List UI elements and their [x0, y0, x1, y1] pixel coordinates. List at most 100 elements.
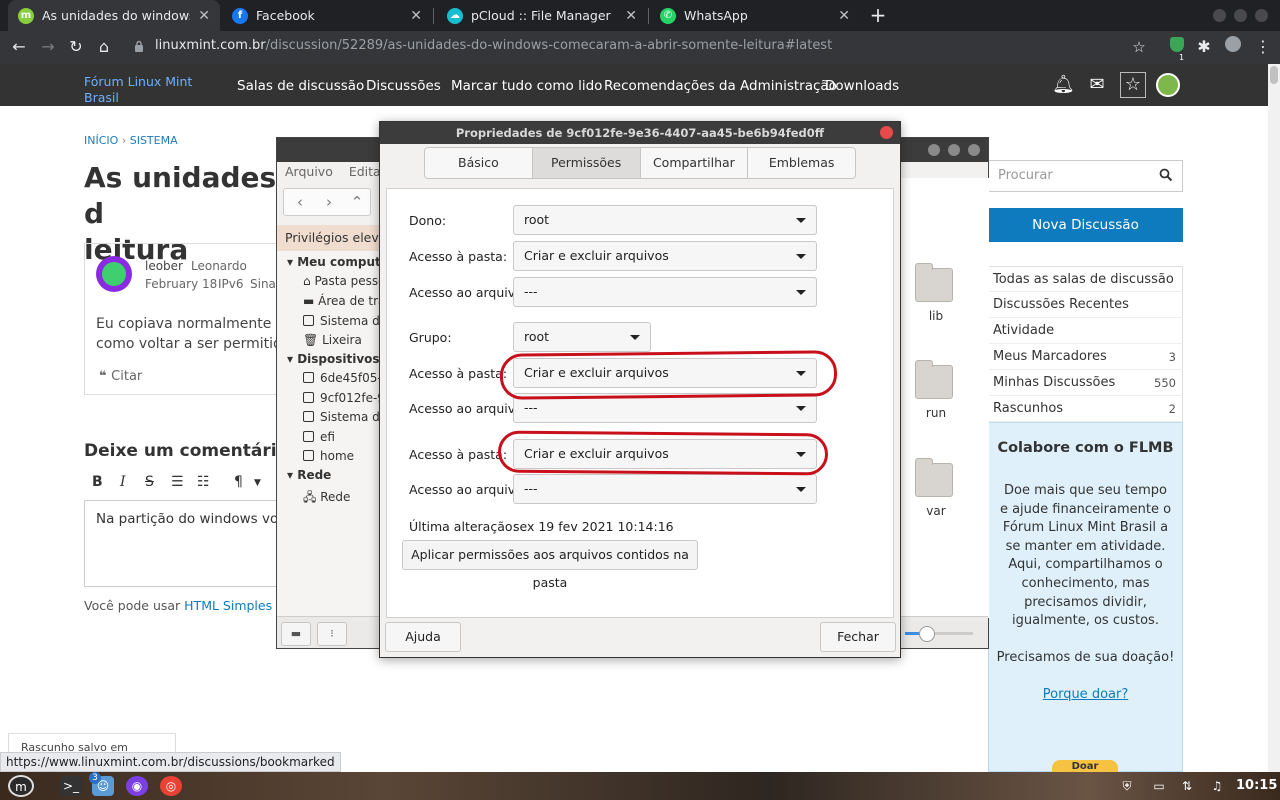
- address-bar[interactable]: linuxmint.com.br/discussion/52289/as-uni…: [155, 38, 832, 53]
- close-button[interactable]: Fechar: [820, 622, 896, 652]
- folder-icon[interactable]: [915, 458, 953, 497]
- minimize-window-icon[interactable]: [1213, 9, 1226, 22]
- sidebar-item-activity[interactable]: Atividade: [988, 318, 1183, 344]
- bold-icon[interactable]: B: [92, 474, 103, 490]
- folder-label[interactable]: var: [901, 504, 971, 518]
- sidebar-section-network[interactable]: ▾ Rede: [287, 468, 331, 482]
- sidebar-item-recent[interactable]: Discussões Recentes: [988, 292, 1183, 318]
- tab-pcloud[interactable]: ☁ pCloud :: File Manager ✕: [437, 0, 647, 31]
- close-window-icon[interactable]: [968, 144, 980, 156]
- chrome-icon[interactable]: ◎: [160, 776, 182, 796]
- nav-recomendacoes[interactable]: Recomendações da Administração: [604, 78, 837, 94]
- chevron-down-icon[interactable]: ▼: [254, 478, 261, 488]
- tab-emblemas[interactable]: Emblemas: [748, 148, 855, 178]
- close-window-icon[interactable]: [1255, 9, 1268, 22]
- tab-whatsapp[interactable]: ✆ WhatsApp ✕: [650, 0, 860, 31]
- firefox-icon[interactable]: ◉: [126, 776, 148, 796]
- new-discussion-button[interactable]: Nova Discussão: [988, 208, 1183, 242]
- strikethrough-icon[interactable]: S: [145, 474, 154, 490]
- ordered-list-icon[interactable]: ☰: [171, 474, 184, 490]
- owner-folder-access-select[interactable]: Criar e excluir arquivos: [513, 241, 817, 271]
- tab-forum[interactable]: m As unidades do windows com ✕: [8, 0, 220, 31]
- tab-basico[interactable]: Básico: [425, 148, 533, 178]
- device-item[interactable]: Sistema de: [303, 410, 387, 424]
- device-item[interactable]: efi: [303, 430, 335, 444]
- close-dialog-icon[interactable]: [880, 126, 893, 139]
- page-scrollbar[interactable]: [1268, 64, 1280, 772]
- owner-select[interactable]: root: [513, 205, 817, 235]
- sidebar-item-bookmarks[interactable]: Meus Marcadores 3: [988, 344, 1183, 370]
- maximize-window-icon[interactable]: [948, 144, 960, 156]
- donate-why-link[interactable]: Porque doar?: [988, 687, 1183, 702]
- home-icon[interactable]: ⌂: [93, 36, 115, 58]
- new-tab-button[interactable]: +: [868, 4, 888, 26]
- close-tab-icon[interactable]: ✕: [838, 8, 850, 24]
- close-tab-icon[interactable]: ✕: [625, 8, 637, 24]
- breadcrumb-category[interactable]: SISTEMA: [130, 134, 178, 147]
- back-arrow-icon[interactable]: ←: [8, 36, 30, 58]
- puzzle-extensions-icon[interactable]: ✱: [1193, 36, 1215, 58]
- extension-shield-icon[interactable]: 1: [1166, 36, 1188, 62]
- clipboard-icon[interactable]: ▭: [1148, 776, 1170, 796]
- folder-icon[interactable]: [915, 360, 953, 399]
- music-icon[interactable]: ♫: [1206, 776, 1228, 796]
- nav-marcar-lido[interactable]: Marcar tudo como lido: [451, 78, 602, 94]
- zoom-slider-handle[interactable]: [919, 626, 935, 642]
- sidebar-section-devices[interactable]: ▾ Dispositivos: [287, 352, 380, 366]
- network-icon[interactable]: ⇅: [1176, 776, 1198, 796]
- donate-button[interactable]: Doar: [1052, 760, 1118, 772]
- bookmark-star-icon[interactable]: ☆: [1120, 72, 1146, 98]
- post-date[interactable]: February 18: [145, 277, 217, 291]
- envelope-icon[interactable]: ✉: [1087, 75, 1107, 95]
- network-item[interactable]: 🖧︎ Rede: [303, 488, 350, 509]
- menu-file[interactable]: Arquivo: [285, 164, 333, 179]
- maximize-window-icon[interactable]: [1234, 9, 1247, 22]
- scrollbar-thumb[interactable]: [1270, 66, 1278, 84]
- tab-facebook[interactable]: f Facebook ✕: [222, 0, 432, 31]
- post-author[interactable]: leober: [145, 259, 183, 273]
- file-manager-icon[interactable]: 3 ☺: [89, 772, 114, 796]
- forward-arrow-icon[interactable]: →: [37, 36, 59, 58]
- cite-button[interactable]: ❝ Citar: [99, 369, 142, 384]
- author-avatar[interactable]: [96, 256, 132, 292]
- mint-menu-icon[interactable]: m: [8, 775, 34, 797]
- forum-logo[interactable]: Fórum Linux Mint Brasil: [84, 74, 224, 106]
- place-filesystem[interactable]: Sistema de: [303, 314, 387, 328]
- close-tab-icon[interactable]: ✕: [410, 8, 422, 24]
- place-trash[interactable]: 🗑︎ Lixeira: [303, 333, 362, 347]
- folder-icon[interactable]: [915, 263, 953, 302]
- sidebar-item-my-discussions[interactable]: Minhas Discussões 550: [988, 370, 1183, 396]
- reload-icon[interactable]: ↻: [65, 36, 87, 58]
- sidebar-item-all-rooms[interactable]: Todas as salas de discussão: [988, 266, 1183, 292]
- apply-permissions-button[interactable]: Aplicar permissões aos arquivos contidos…: [402, 540, 698, 590]
- user-avatar[interactable]: [1156, 73, 1180, 97]
- breadcrumb-home[interactable]: INÍCIO: [84, 134, 118, 147]
- bookmark-star-icon[interactable]: ☆: [1128, 36, 1150, 58]
- sidebar-item-drafts[interactable]: Rascunhos 2: [988, 396, 1183, 422]
- close-tab-icon[interactable]: ✕: [198, 8, 210, 24]
- group-select[interactable]: root: [513, 322, 651, 352]
- forward-chevron-icon[interactable]: ›: [315, 193, 343, 211]
- owner-file-access-select[interactable]: ---: [513, 277, 817, 307]
- html-note-link[interactable]: HTML Simples: [184, 598, 272, 613]
- bullet-list-icon[interactable]: ☷: [197, 474, 210, 490]
- minimize-window-icon[interactable]: [928, 144, 940, 156]
- place-desktop[interactable]: ▬ Área de tra: [303, 294, 385, 308]
- place-home[interactable]: ⌂ Pasta pesso: [303, 274, 385, 288]
- post-sinal[interactable]: Sinal: [250, 277, 279, 291]
- device-item[interactable]: home: [303, 449, 354, 463]
- nav-discussoes[interactable]: Discussões: [366, 78, 441, 94]
- paragraph-icon[interactable]: ¶: [234, 474, 243, 490]
- nav-downloads[interactable]: Downloads: [825, 78, 899, 94]
- dialog-title[interactable]: Propriedades de 9cf012fe-9e36-4407-aa45-…: [380, 122, 900, 144]
- places-toggle-icon[interactable]: ▬: [281, 622, 311, 646]
- folder-label[interactable]: run: [901, 406, 971, 420]
- up-chevron-icon[interactable]: ⌃: [343, 193, 371, 211]
- help-button[interactable]: Ajuda: [385, 622, 461, 652]
- more-menu-icon[interactable]: ⋮: [1252, 36, 1274, 58]
- terminal-icon[interactable]: >_: [60, 776, 82, 796]
- nav-salas[interactable]: Salas de discussão: [237, 78, 364, 94]
- shield-icon[interactable]: ⛨: [1116, 776, 1138, 796]
- profile-avatar-icon[interactable]: [1222, 36, 1244, 58]
- tab-permissoes[interactable]: Permissões: [532, 148, 641, 178]
